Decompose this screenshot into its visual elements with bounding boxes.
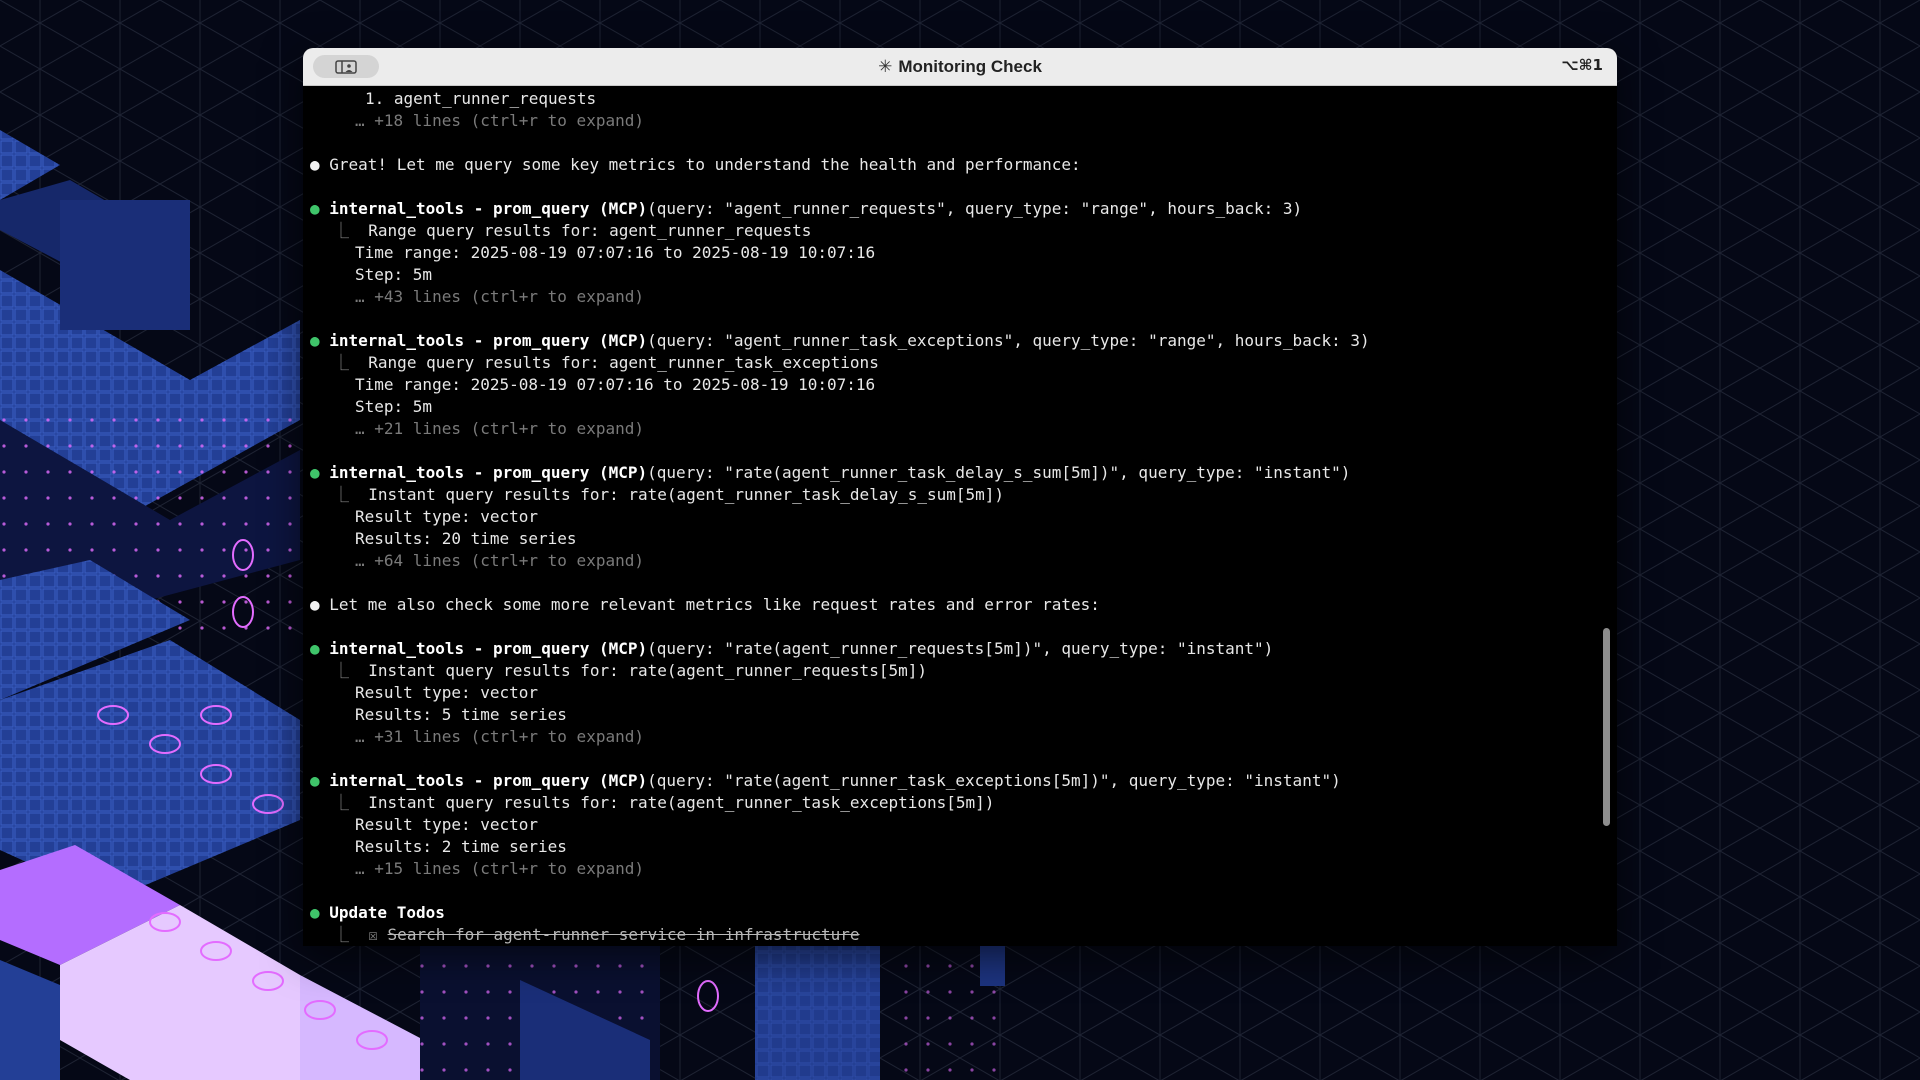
tool-name: internal_tools - prom_query (MCP) (329, 771, 648, 790)
tool-result: ⎿ Instant query results for: rate(agent_… (333, 660, 927, 682)
tool-result-text: Instant query results for: rate(agent_ru… (368, 661, 927, 680)
todo-item[interactable]: ⎿ ☒ Search for agent-runner service in i… (333, 924, 860, 946)
tool-status-icon: ● (310, 331, 330, 350)
tool-call[interactable]: ● internal_tools - prom_query (MCP)(quer… (310, 462, 1350, 484)
tool-output-line: Results: 5 time series (355, 704, 567, 726)
tool-status-icon: ● (310, 639, 330, 658)
tool-output-line: Time range: 2025-08-19 07:07:16 to 2025-… (355, 374, 875, 396)
tool-status-icon: ● (310, 199, 330, 218)
expand-hint-text: … +15 lines (ctrl+r to expand) (355, 859, 644, 878)
tool-output-text: Result type: vector (355, 683, 539, 702)
todos-header: ● Update Todos (310, 902, 445, 924)
tool-args: (query: "rate(agent_runner_task_exceptio… (647, 771, 1341, 790)
tool-call[interactable]: ● internal_tools - prom_query (MCP)(quer… (310, 770, 1341, 792)
tool-output-text: Step: 5m (355, 397, 433, 416)
tree-elbow-icon: ⎿ (333, 353, 369, 372)
tool-output-line: Results: 20 time series (355, 528, 577, 550)
tool-output-text: Result type: vector (355, 507, 539, 526)
assistant-message: ● Great! Let me query some key metrics t… (310, 154, 1081, 176)
message-text: Great! Let me query some key metrics to … (329, 155, 1081, 174)
expand-hint[interactable]: … +31 lines (ctrl+r to expand) (355, 726, 644, 748)
tool-output-line: Step: 5m (355, 264, 432, 286)
expand-hint-text: … +64 lines (ctrl+r to expand) (355, 551, 644, 570)
spinner-icon: ✳ (878, 56, 893, 76)
tool-args: (query: "agent_runner_task_exceptions", … (647, 331, 1370, 350)
tool-output-text: Time range: 2025-08-19 07:07:16 to 2025-… (355, 243, 876, 262)
checked-box-icon: ☒ (368, 925, 388, 944)
tool-output-text: Step: 5m (355, 265, 433, 284)
todos-status-icon: ● (310, 903, 330, 922)
tool-result-text: Instant query results for: rate(agent_ru… (368, 485, 1005, 504)
tool-output-text: Time range: 2025-08-19 07:07:16 to 2025-… (355, 375, 876, 394)
tool-args: (query: "rate(agent_runner_task_delay_s_… (647, 463, 1351, 482)
window-shortcut: ⌥⌘1 (1561, 56, 1603, 74)
expand-hint-text: … +21 lines (ctrl+r to expand) (355, 419, 644, 438)
tool-result: ⎿ Instant query results for: rate(agent_… (333, 792, 994, 814)
tool-output-text: Results: 5 time series (355, 705, 567, 724)
tool-args: (query: "agent_runner_requests", query_t… (647, 199, 1303, 218)
tool-result: ⎿ Range query results for: agent_runner_… (333, 220, 811, 242)
tool-name: internal_tools - prom_query (MCP) (329, 463, 648, 482)
message-text: Let me also check some more relevant met… (329, 595, 1100, 614)
message-bullet-icon: ● (310, 595, 330, 614)
expand-hint-text: … +31 lines (ctrl+r to expand) (355, 727, 644, 746)
tool-output-line: Result type: vector (355, 682, 538, 704)
message-bullet-icon: ● (310, 155, 330, 174)
title-bar[interactable]: ✳ Monitoring Check ⌥⌘1 (303, 48, 1617, 86)
tool-output-line: Result type: vector (355, 506, 538, 528)
tree-elbow-icon: ⎿ (333, 925, 369, 944)
sidebar-icon (335, 59, 357, 74)
expand-hint[interactable]: … +18 lines (ctrl+r to expand) (355, 110, 644, 132)
tree-elbow-icon: ⎿ (333, 221, 369, 240)
expand-hint-text: … +43 lines (ctrl+r to expand) (355, 287, 644, 306)
tool-result-text: Instant query results for: rate(agent_ru… (368, 793, 995, 812)
tool-result-text: Range query results for: agent_runner_ta… (368, 353, 879, 372)
terminal-window[interactable]: ✳ Monitoring Check ⌥⌘1 1. agent_runner_r… (303, 48, 1617, 946)
tree-elbow-icon: ⎿ (333, 485, 369, 504)
expand-hint[interactable]: … +64 lines (ctrl+r to expand) (355, 550, 644, 572)
tool-name: internal_tools - prom_query (MCP) (329, 331, 648, 350)
expand-hint[interactable]: … +15 lines (ctrl+r to expand) (355, 858, 644, 880)
tool-output-line: Step: 5m (355, 396, 432, 418)
tool-name: internal_tools - prom_query (MCP) (329, 639, 648, 658)
tool-call[interactable]: ● internal_tools - prom_query (MCP)(quer… (310, 330, 1370, 352)
tree-elbow-icon: ⎿ (333, 793, 369, 812)
tool-status-icon: ● (310, 463, 330, 482)
todos-title: Update Todos (329, 903, 445, 922)
tool-result: ⎿ Range query results for: agent_runner_… (333, 352, 879, 374)
assistant-message: ● Let me also check some more relevant m… (310, 594, 1100, 616)
expand-hint[interactable]: … +21 lines (ctrl+r to expand) (355, 418, 644, 440)
tool-output-text: Result type: vector (355, 815, 539, 834)
expand-hint[interactable]: … +43 lines (ctrl+r to expand) (355, 286, 644, 308)
tool-output-line: Result type: vector (355, 814, 538, 836)
tool-result: ⎿ Instant query results for: rate(agent_… (333, 484, 1004, 506)
window-title-text: Monitoring Check (898, 56, 1042, 76)
list-item: 1. agent_runner_requests (365, 88, 596, 110)
scrollbar[interactable] (1603, 628, 1610, 826)
window-title: ✳ Monitoring Check (878, 57, 1042, 77)
list-item-text: 1. agent_runner_requests (365, 89, 597, 108)
tool-output-text: Results: 2 time series (355, 837, 567, 856)
tool-output-text: Results: 20 time series (355, 529, 577, 548)
expand-hint-text: … +18 lines (ctrl+r to expand) (355, 111, 644, 130)
tree-elbow-icon: ⎿ (333, 661, 369, 680)
tool-args: (query: "rate(agent_runner_requests[5m])… (647, 639, 1274, 658)
tool-status-icon: ● (310, 771, 330, 790)
todo-text: Search for agent-runner service in infra… (387, 925, 860, 944)
tool-output-line: Results: 2 time series (355, 836, 567, 858)
tool-call[interactable]: ● internal_tools - prom_query (MCP)(quer… (310, 198, 1302, 220)
sidebar-toggle-button[interactable] (313, 55, 379, 78)
tool-call[interactable]: ● internal_tools - prom_query (MCP)(quer… (310, 638, 1273, 660)
tool-output-line: Time range: 2025-08-19 07:07:16 to 2025-… (355, 242, 875, 264)
terminal-output[interactable]: 1. agent_runner_requests … +18 lines (ctr… (303, 85, 1617, 946)
tool-name: internal_tools - prom_query (MCP) (329, 199, 648, 218)
tool-result-text: Range query results for: agent_runner_re… (368, 221, 812, 240)
